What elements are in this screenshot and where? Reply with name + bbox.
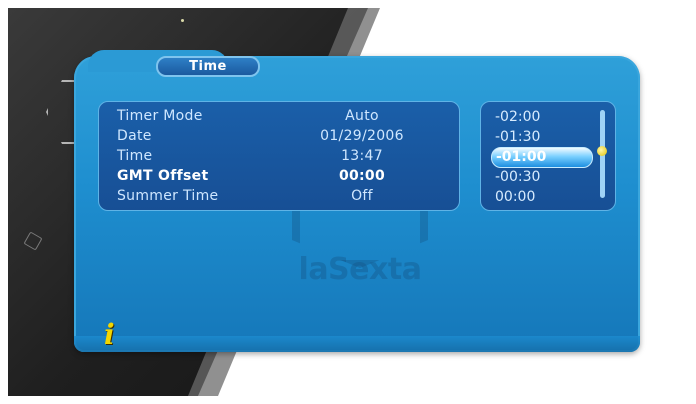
- setting-row-gmt-offset[interactable]: GMT Offset 00:00: [117, 168, 447, 188]
- setting-value: Auto: [345, 108, 379, 124]
- setting-value: 01/29/2006: [320, 128, 404, 144]
- time-settings-panel: Time laSexta Timer Mode Auto Date 01/29/…: [74, 50, 640, 352]
- setting-value: 00:00: [338, 168, 386, 184]
- settings-list: Timer Mode Auto Date 01/29/2006 Time 13:…: [98, 101, 460, 211]
- setting-label: Timer Mode: [117, 108, 203, 124]
- offset-option-selected[interactable]: -01:00: [491, 147, 593, 168]
- background-dot: [181, 19, 184, 22]
- gmt-offset-dropdown[interactable]: -02:00 -01:30 -01:00 -00:30 00:00: [480, 101, 616, 211]
- offset-option[interactable]: 00:00: [491, 188, 591, 207]
- scrollbar-thumb[interactable]: [597, 146, 607, 156]
- tv-screen: Time laSexta Timer Mode Auto Date 01/29/…: [8, 8, 688, 396]
- setting-row-timer-mode[interactable]: Timer Mode Auto: [117, 108, 447, 128]
- setting-value: 13:47: [341, 148, 383, 164]
- info-icon[interactable]: i: [104, 321, 124, 349]
- setting-label: Time: [117, 148, 153, 164]
- setting-row-date[interactable]: Date 01/29/2006: [117, 128, 447, 148]
- setting-label: Summer Time: [117, 188, 219, 204]
- setting-label: GMT Offset: [117, 168, 209, 184]
- offset-option[interactable]: -01:30: [491, 128, 591, 147]
- setting-row-time[interactable]: Time 13:47: [117, 148, 447, 168]
- panel-footer: [74, 336, 640, 352]
- panel-title: Time: [156, 56, 260, 77]
- offset-option[interactable]: -00:30: [491, 168, 591, 187]
- setting-value: Off: [351, 188, 373, 204]
- offset-option[interactable]: -02:00: [491, 108, 591, 127]
- setting-row-summer-time[interactable]: Summer Time Off: [117, 188, 447, 208]
- setting-label: Date: [117, 128, 152, 144]
- channel-watermark: laSexta: [298, 252, 422, 287]
